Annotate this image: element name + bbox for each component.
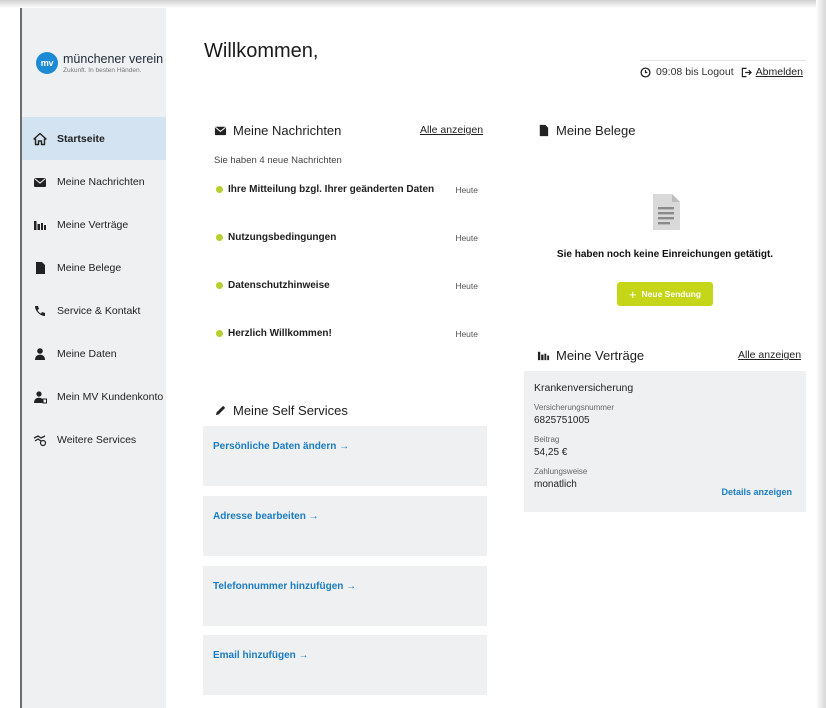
message-date: Heute — [455, 184, 478, 195]
self-service-phone[interactable]: Telefonnummer hinzufügen → — [203, 566, 487, 626]
belege-heading: Meine Belege — [537, 123, 636, 138]
contract-details-link[interactable]: Details anzeigen — [721, 487, 792, 497]
message-title: Datenschutzhinweise — [228, 280, 330, 291]
contracts-icon — [537, 351, 550, 361]
sidebar-item-label: Startseite — [57, 132, 105, 145]
sidebar-item-belege[interactable]: Meine Belege — [22, 246, 166, 289]
home-icon — [33, 132, 47, 146]
logo-mark: mv — [36, 52, 58, 74]
contracts-title: Meine Verträge — [556, 348, 645, 363]
logout-link[interactable]: Abmelden — [756, 66, 803, 78]
unread-dot — [216, 330, 223, 337]
sidebar-item-vertraege[interactable]: Meine Verträge — [22, 203, 166, 246]
contract-amount: 54,25 € — [534, 447, 568, 458]
belege-title: Meine Belege — [556, 123, 636, 138]
sidebar-item-label: Meine Belege — [57, 261, 122, 274]
envelope-icon — [214, 126, 227, 136]
window-shadow-top — [0, 0, 826, 8]
belege-empty-text: Sie haben noch keine Einreichungen getät… — [556, 249, 774, 260]
document-icon — [33, 261, 47, 275]
messages-show-all-link[interactable]: Alle anzeigen — [420, 124, 483, 136]
contract-amount-label: Beitrag — [534, 435, 560, 444]
sidebar-item-service-kontakt[interactable]: Service & Kontakt — [22, 289, 166, 332]
unread-dot — [216, 186, 223, 193]
logout-timer: 09:08 bis Logout — [656, 66, 734, 78]
sidebar-item-label: Mein MV Kundenkonto — [57, 390, 164, 403]
unread-dot — [216, 234, 223, 241]
self-service-label: Adresse bearbeiten → — [213, 511, 319, 522]
message-date: Heute — [455, 280, 478, 291]
self-service-label: Email hinzufügen → — [213, 650, 309, 661]
contract-card: Krankenversicherung Versicherungsnummer … — [524, 371, 806, 512]
message-date: Heute — [455, 232, 478, 243]
page: mv münchener verein Zukunft. In besten H… — [0, 0, 826, 708]
sidebar-item-label: Meine Verträge — [57, 218, 129, 231]
self-service-address[interactable]: Adresse bearbeiten → — [203, 496, 487, 556]
logout-icon[interactable] — [741, 67, 752, 78]
account-icon — [33, 390, 47, 404]
brand-logo[interactable]: mv münchener verein Zukunft. In besten H… — [36, 52, 163, 74]
clock-icon — [640, 66, 651, 78]
self-service-email[interactable]: Email hinzufügen → — [203, 635, 487, 695]
sidebar-item-weitere-services[interactable]: Weitere Services — [22, 418, 166, 461]
pencil-icon — [215, 405, 226, 416]
self-service-label: Telefonnummer hinzufügen → — [213, 581, 357, 592]
self-services-title: Meine Self Services — [233, 403, 348, 418]
new-submission-label: Neue Sendung — [641, 289, 702, 299]
message-date: Heute — [455, 328, 478, 339]
sidebar-item-label: Meine Nachrichten — [57, 175, 145, 188]
sidebar-item-kundenkonto[interactable]: Mein MV Kundenkonto — [22, 375, 166, 418]
phone-icon — [33, 304, 47, 318]
sidebar-item-meine-daten[interactable]: Meine Daten — [22, 332, 166, 375]
sidebar-item-label: Service & Kontakt — [57, 304, 141, 317]
contract-title: Krankenversicherung — [534, 382, 634, 394]
sidebar-item-label: Meine Daten — [57, 347, 117, 360]
brand-tagline: Zukunft. In besten Händen. — [63, 67, 142, 74]
sidebar-item-startseite[interactable]: Startseite — [22, 117, 166, 160]
sidebar: mv münchener verein Zukunft. In besten H… — [22, 8, 166, 708]
message-title: Herzlich Willkommen! — [228, 328, 332, 339]
envelope-icon — [33, 175, 47, 189]
brand-name: münchener verein — [63, 52, 164, 66]
sidebar-item-nachrichten[interactable]: Meine Nachrichten — [22, 160, 166, 203]
new-submission-button[interactable]: + Neue Sendung — [617, 282, 713, 306]
message-title: Nutzungsbedingungen — [228, 232, 337, 243]
self-services-heading: Meine Self Services — [214, 403, 348, 418]
contract-payment-label: Zahlungsweise — [534, 467, 588, 476]
contract-number: 6825751005 — [534, 415, 590, 426]
document-icon — [539, 124, 549, 137]
message-item[interactable]: Ihre Mitteilung bzgl. Ihrer geänderten D… — [216, 184, 478, 195]
self-service-personal-data[interactable]: Persönliche Daten ändern → — [203, 426, 487, 486]
message-title: Ihre Mitteilung bzgl. Ihrer geänderten D… — [228, 184, 435, 195]
contracts-icon — [33, 218, 47, 232]
person-icon — [33, 347, 47, 361]
contracts-heading: Meine Verträge — [537, 348, 644, 363]
plus-icon: + — [628, 286, 637, 302]
messages-count: Sie haben 4 neue Nachrichten — [214, 155, 342, 166]
self-service-label: Persönliche Daten ändern → — [213, 441, 350, 452]
sidebar-item-label: Weitere Services — [57, 433, 137, 446]
message-item[interactable]: Herzlich Willkommen! Heute — [216, 328, 478, 339]
unread-dot — [216, 282, 223, 289]
empty-document-icon — [650, 192, 682, 232]
contract-number-label: Versicherungsnummer — [534, 403, 615, 412]
window-edge — [20, 8, 22, 708]
message-item[interactable]: Datenschutzhinweise Heute — [216, 280, 478, 291]
session-bar: 09:08 bis Logout Abmelden — [640, 60, 806, 78]
contracts-show-all-link[interactable]: Alle anzeigen — [738, 349, 801, 361]
page-title: Willkommen, — [204, 40, 319, 62]
logo-text: münchener verein Zukunft. In besten Händ… — [63, 52, 163, 74]
sidebar-nav: Startseite Meine Nachrichten Meine Vertr… — [22, 117, 166, 461]
message-item[interactable]: Nutzungsbedingungen Heute — [216, 232, 478, 243]
window-shadow-right — [816, 0, 826, 708]
messages-title: Meine Nachrichten — [233, 123, 342, 138]
services-icon — [33, 433, 47, 447]
messages-heading: Meine Nachrichten — [214, 123, 341, 138]
